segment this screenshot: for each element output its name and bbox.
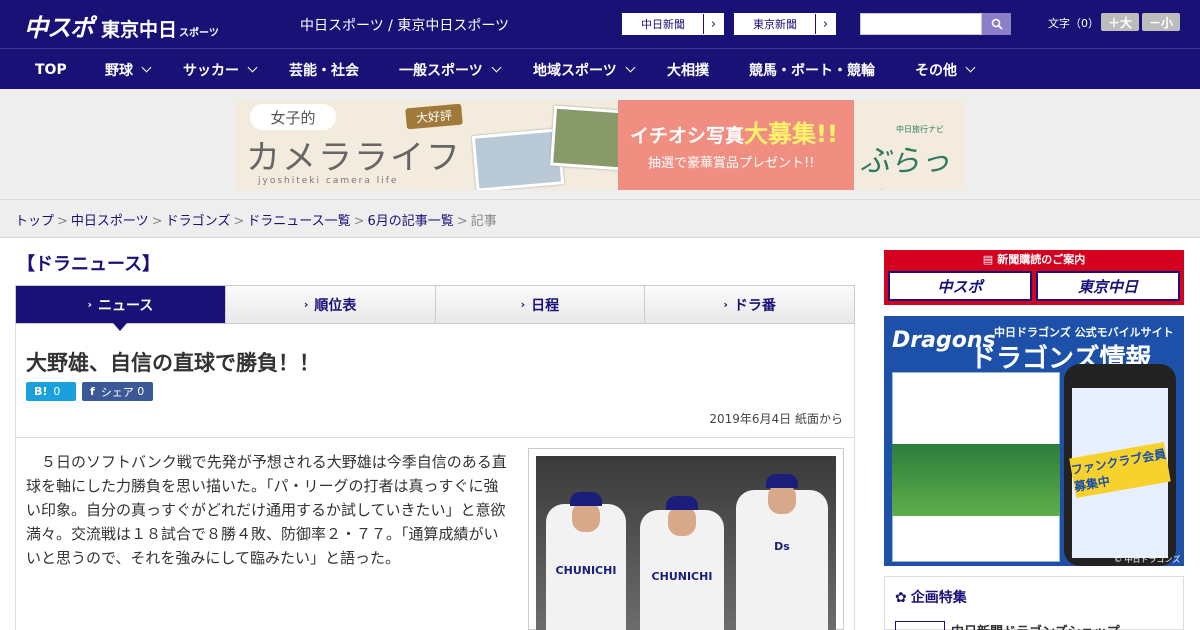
banner-tag: 大好評 [405, 103, 463, 130]
nav-entertainment[interactable]: 芸能・社会 [289, 49, 359, 90]
site-header: 中スポ 東京中日 スポーツ 中日スポーツ / 東京中日スポーツ 中日新聞 › 東京… [0, 0, 1200, 48]
photo-player-center: CHUNICHI [640, 496, 724, 630]
search-button[interactable] [982, 13, 1011, 35]
chevron-right-icon: › [723, 298, 728, 311]
tab-doraban[interactable]: › ドラ番 [645, 286, 854, 323]
nav-top[interactable]: TOP [35, 49, 67, 90]
tab-schedule[interactable]: › 日程 [435, 286, 646, 323]
banner-subtitle: jyoshiteki camera life [258, 176, 399, 186]
nav-sumo[interactable]: 大相撲 [667, 49, 709, 90]
subscribe-chuspo[interactable]: 中スポ [888, 271, 1032, 301]
article-headline: 大野雄、自信の直球で勝負！！ [26, 351, 320, 375]
tab-news[interactable]: › ニュース [16, 286, 226, 331]
dragons-mobile-banner[interactable]: Dragons 中日ドラゴンズ 公式モバイルサイト ドラゴンズ情報 ファンクラブ… [884, 316, 1184, 566]
tokyo-shimbun-link[interactable]: 東京新聞 › [734, 13, 836, 35]
banner-bubble: 女子的 [250, 104, 336, 130]
chevron-down-icon [141, 62, 152, 73]
chevron-right-icon: › [815, 14, 835, 34]
nav-general-sports[interactable]: 一般スポーツ [399, 49, 502, 90]
chevron-right-icon: › [520, 298, 526, 311]
breadcrumb-top[interactable]: トップ [15, 214, 54, 229]
feature-thumb [895, 621, 945, 630]
feature-section: ✿企画特集 中日新聞ドラゴンズショップ [884, 576, 1184, 630]
font-larger-button[interactable]: ＋大 [1101, 13, 1139, 31]
facebook-icon: f [90, 385, 95, 398]
buratto-logo: ぶらっ人 [860, 144, 950, 190]
subscribe-tokyo-chunichi[interactable]: 東京中日 [1036, 271, 1180, 301]
news-tabs: › ニュース › 順位表 › 日程 › ドラ番 [15, 285, 855, 331]
nav-local-sports[interactable]: 地域スポーツ [533, 49, 636, 90]
hatena-bookmark-button[interactable]: B! 0 [26, 382, 76, 401]
facebook-count: 0 [137, 385, 145, 398]
section-title: 【ドラニュース】 [17, 254, 161, 275]
breadcrumb-dora-news-list[interactable]: ドラニュース一覧 [247, 214, 350, 229]
feature-title: ✿ 企画特集 [895, 590, 967, 606]
ad-area: 女子的 大好評 カメラライフ jyoshiteki camera life イチ… [0, 89, 1200, 200]
photo-player-right: Ds [736, 474, 828, 630]
nav-racing[interactable]: 競馬・ボート・競輪 [749, 49, 875, 90]
hatena-icon: B! [34, 385, 48, 398]
nav-baseball[interactable]: 野球 [105, 49, 152, 90]
nav-soccer[interactable]: サッカー [183, 49, 258, 90]
chevron-down-icon [491, 62, 502, 73]
photo-player-left: CHUNICHI [546, 492, 626, 630]
breadcrumb-chunichi-sports[interactable]: 中日スポーツ [71, 214, 149, 229]
breadcrumb: トップ > 中日スポーツ > ドラゴンズ > ドラニュース一覧 >6月の記事一覧 > 記事 [0, 200, 1200, 238]
hatena-count: 0 [53, 385, 61, 398]
facebook-share-button[interactable]: f シェア 0 [82, 382, 153, 401]
ribbon-icon: ✿ [895, 590, 907, 606]
feature-item-dragons-shop[interactable]: 中日新聞ドラゴンズショップ [951, 621, 1120, 630]
breadcrumb-dragons[interactable]: ドラゴンズ [166, 214, 231, 229]
site-logo[interactable]: 中スポ 東京中日 スポーツ [24, 8, 219, 43]
chevron-down-icon [247, 62, 258, 73]
font-smaller-button[interactable]: －小 [1142, 13, 1180, 31]
chevron-right-icon: › [87, 298, 92, 311]
banner-title: カメラライフ [246, 138, 462, 178]
article-body: ５日のソフトバンク戦で先発が予想される大野雄は今季自信のある直球を軸にした力勝負… [26, 453, 507, 567]
search-input[interactable] [860, 13, 982, 35]
baseball-field-image [892, 444, 1060, 516]
breadcrumb-current: 記事 [470, 214, 497, 229]
article-date: 2019年6月4日 紙面から [709, 412, 843, 426]
tab-standings[interactable]: › 順位表 [225, 286, 436, 323]
banner-headline: イチオシ写真大募集!! [630, 120, 838, 148]
camera-life-banner[interactable]: 女子的 大好評 カメラライフ jyoshiteki camera life イチ… [236, 100, 964, 190]
breadcrumb-june-list[interactable]: 6月の記事一覧 [368, 214, 454, 229]
subscription-header: ▤ 新聞購読のご案内 [982, 252, 1086, 267]
banner-prize-text: 抽選で豪華賞品プレゼント!! [648, 156, 815, 171]
banner-logo-small: 中日旅行ナビ [896, 125, 944, 134]
chevron-right-icon: › [303, 298, 309, 311]
chevron-right-icon: › [703, 14, 723, 34]
chevron-down-icon [625, 62, 636, 73]
banner-photo-raccoon [549, 105, 627, 171]
copyright-text: © 中日ドラゴンズ [1114, 555, 1181, 564]
nav-other[interactable]: その他 [915, 49, 976, 90]
subscription-banner[interactable]: ▤ 新聞購読のご案内 中スポ 東京中日 [884, 250, 1184, 305]
chevron-down-icon [965, 62, 976, 73]
logo-chuspo: 中スポ [24, 14, 94, 42]
newspaper-icon: ▤ [982, 252, 994, 266]
font-size-label: 文字（0） [1048, 17, 1099, 30]
chunichi-shimbun-link[interactable]: 中日新聞 › [622, 13, 724, 35]
site-name: 中日スポーツ / 東京中日スポーツ [300, 18, 510, 34]
logo-tokyo-chunichi: 東京中日 スポーツ [101, 19, 219, 41]
article-photo[interactable]: CHUNICHI CHUNICHI Ds [536, 456, 836, 630]
main-nav: TOP 野球 サッカー 芸能・社会 一般スポーツ 地域スポーツ 大相撲 競馬・ボ… [0, 48, 1200, 89]
search-icon [991, 18, 1003, 30]
